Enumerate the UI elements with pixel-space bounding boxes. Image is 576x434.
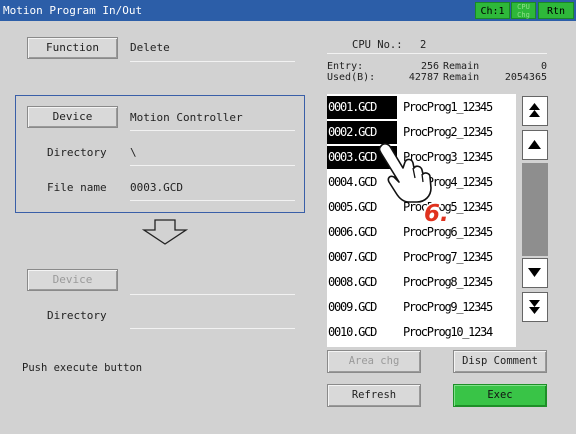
file-list-row[interactable]: 0008.GCD ProcProg8_12345 bbox=[327, 271, 516, 294]
program-name-cell: ProcProg8_12345 bbox=[403, 275, 493, 289]
file-list: 0001.GCD ProcProg1_12345 0002.GCD ProcProg2… bbox=[327, 94, 516, 347]
file-list-row[interactable]: 0006.GCD ProcProg6_12345 bbox=[327, 221, 516, 244]
disp-comment-button[interactable]: Disp Comment bbox=[453, 350, 547, 373]
file-name-cell: 0009.GCD bbox=[328, 300, 377, 314]
file-name-cell: 0006.GCD bbox=[328, 225, 377, 239]
file-name-cell: 0007.GCD bbox=[328, 250, 377, 264]
dest-device-underline bbox=[130, 294, 295, 295]
down-arrow-icon bbox=[528, 268, 541, 277]
source-device-underline bbox=[130, 130, 295, 131]
dest-device-button[interactable]: Device bbox=[27, 269, 118, 291]
transfer-arrow-icon bbox=[142, 219, 188, 245]
motion-program-screen: Motion Program In/Out Ch:1 CPU Chg Rtn F… bbox=[0, 0, 576, 434]
dest-directory-label: Directory bbox=[47, 309, 107, 322]
program-name-cell: ProcProg7_12345 bbox=[403, 250, 493, 264]
return-button[interactable]: Rtn bbox=[538, 2, 574, 19]
cpu-label: CPU No.: bbox=[352, 39, 403, 51]
cpu-chg-button[interactable]: CPU Chg bbox=[511, 2, 536, 19]
file-list-row[interactable]: 0009.GCD ProcProg9_12345 bbox=[327, 296, 516, 319]
file-name-cell: 0008.GCD bbox=[328, 275, 377, 289]
scroll-top-button[interactable] bbox=[522, 96, 548, 126]
file-list-row[interactable]: 0001.GCD ProcProg1_12345 bbox=[327, 96, 516, 119]
source-device-button[interactable]: Device bbox=[27, 106, 118, 128]
function-button[interactable]: Function bbox=[27, 37, 118, 59]
program-name-cell: ProcProg10_1234 bbox=[403, 325, 493, 339]
program-name-cell: ProcProg1_12345 bbox=[403, 100, 493, 114]
function-underline bbox=[130, 61, 295, 62]
double-up-icon bbox=[529, 103, 540, 117]
up-arrow-icon bbox=[528, 140, 541, 149]
area-chg-button[interactable]: Area chg bbox=[327, 350, 421, 373]
channel-button[interactable]: Ch:1 bbox=[475, 2, 510, 19]
file-list-row[interactable]: 0007.GCD ProcProg7_12345 bbox=[327, 246, 516, 269]
entry-remain-value: 0 bbox=[540, 61, 547, 72]
entry-remain-label: Remain bbox=[443, 61, 480, 72]
status-message: Push execute button bbox=[22, 362, 143, 374]
file-list-row[interactable]: 0010.GCD ProcProg10_1234 bbox=[327, 321, 516, 344]
used-remain-value: 2054365 bbox=[504, 72, 547, 83]
scroll-track[interactable] bbox=[522, 163, 548, 256]
used-label: Used(B): bbox=[327, 72, 376, 83]
window-title: Motion Program In/Out bbox=[3, 4, 143, 17]
pointing-hand-icon bbox=[378, 143, 432, 203]
function-value: Delete bbox=[130, 41, 170, 54]
source-directory-value: \ bbox=[130, 146, 137, 159]
file-name-cell: 0001.GCD bbox=[327, 96, 397, 119]
source-directory-label: Directory bbox=[47, 146, 107, 159]
file-name-cell: 0010.GCD bbox=[328, 325, 377, 339]
source-filename-label: File name bbox=[47, 181, 107, 194]
source-device-value: Motion Controller bbox=[130, 111, 243, 124]
exec-button[interactable]: Exec bbox=[453, 384, 547, 407]
cpu-underline bbox=[327, 53, 547, 54]
entry-label: Entry: bbox=[327, 61, 364, 72]
scroll-bottom-button[interactable] bbox=[522, 292, 548, 322]
source-filename-underline bbox=[130, 200, 295, 201]
entry-count: 256 bbox=[420, 61, 439, 72]
cpu-value: 2 bbox=[420, 39, 427, 51]
title-bar: Motion Program In/Out Ch:1 CPU Chg Rtn bbox=[0, 0, 576, 21]
step-number-label: 6. bbox=[424, 201, 449, 227]
source-filename-value: 0003.GCD bbox=[130, 181, 183, 194]
scroll-up-button[interactable] bbox=[522, 130, 548, 160]
program-name-cell: ProcProg9_12345 bbox=[403, 300, 493, 314]
used-count: 42787 bbox=[408, 72, 439, 83]
refresh-button[interactable]: Refresh bbox=[327, 384, 421, 407]
double-down-icon bbox=[529, 300, 540, 314]
scroll-down-button[interactable] bbox=[522, 258, 548, 288]
source-directory-underline bbox=[130, 165, 295, 166]
used-remain-label: Remain bbox=[443, 72, 480, 83]
dest-directory-underline bbox=[130, 328, 295, 329]
